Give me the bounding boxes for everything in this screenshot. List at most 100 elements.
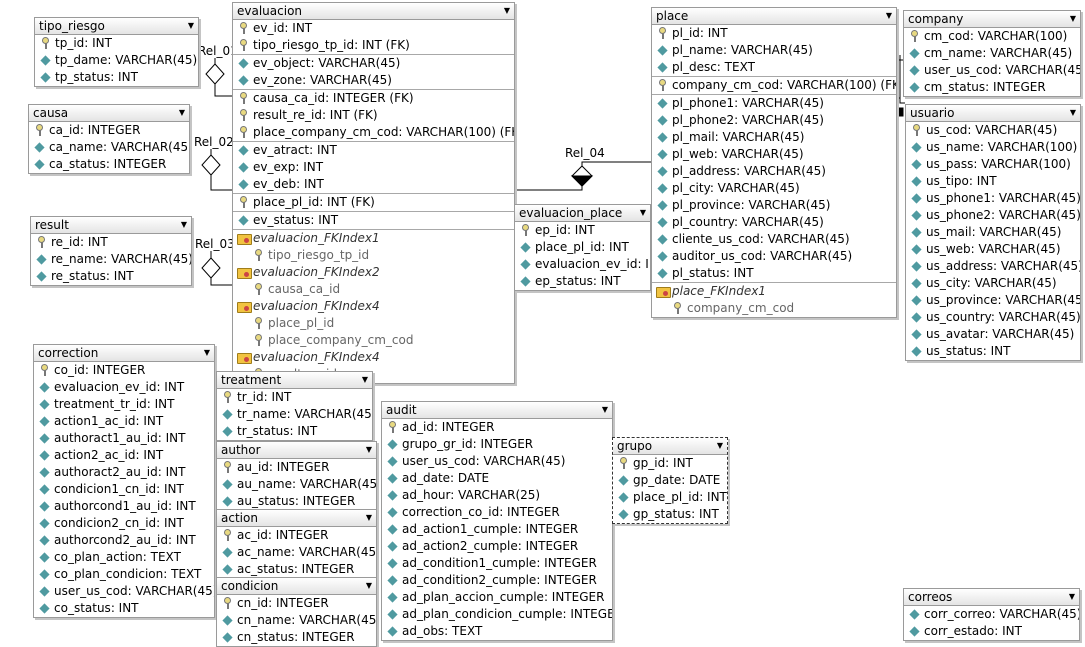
column-row[interactable]: cn_status: INTEGER	[217, 629, 376, 646]
table-grupo[interactable]: grupo ▼ gp_id: INT gp_date: DATE place_pl_id…	[612, 437, 728, 524]
column-row[interactable]: pl_phone2: VARCHAR(45)	[652, 112, 896, 129]
table-header[interactable]: audit ▼	[382, 402, 612, 419]
index-row[interactable]: evaluacion_FKIndex1	[233, 229, 514, 247]
column-row[interactable]: us_phone1: VARCHAR(45)	[906, 190, 1080, 207]
column-row[interactable]: ad_plan_accion_cumple: INTEGER	[382, 589, 612, 606]
column-row[interactable]: cm_status: INTEGER	[904, 79, 1080, 96]
column-row[interactable]: re_id: INT	[31, 234, 191, 251]
dropdown-arrow-icon[interactable]: ▼	[602, 402, 608, 418]
column-row[interactable]: pl_desc: TEXT	[652, 59, 896, 76]
column-row[interactable]: co_status: INT	[34, 600, 214, 617]
column-row[interactable]: au_status: INTEGER	[217, 493, 376, 510]
table-header[interactable]: place ▼	[652, 8, 896, 25]
index-column-row[interactable]: place_pl_id	[233, 315, 514, 332]
dropdown-arrow-icon[interactable]: ▼	[204, 345, 210, 361]
column-row[interactable]: causa_ca_id: INTEGER (FK)	[233, 89, 514, 107]
column-row[interactable]: pl_phone1: VARCHAR(45)	[652, 94, 896, 112]
column-row[interactable]: us_city: VARCHAR(45)	[906, 275, 1080, 292]
column-row[interactable]: us_country: VARCHAR(45)	[906, 309, 1080, 326]
table-result[interactable]: result ▼ re_id: INT re_name: VARCHAR(45) re_…	[30, 216, 192, 286]
column-row[interactable]: pl_city: VARCHAR(45)	[652, 180, 896, 197]
table-header[interactable]: correos ▼	[904, 589, 1079, 606]
dropdown-arrow-icon[interactable]: ▼	[717, 438, 723, 454]
index-row[interactable]: evaluacion_FKIndex4	[233, 298, 514, 315]
dropdown-arrow-icon[interactable]: ▼	[366, 510, 372, 526]
table-usuario[interactable]: usuario ▼ us_cod: VARCHAR(45) us_name: VARC…	[905, 104, 1081, 361]
column-row[interactable]: ep_status: INT	[515, 273, 650, 290]
table-header[interactable]: causa ▼	[29, 105, 189, 122]
index-column-row[interactable]: place_company_cm_cod	[233, 332, 514, 349]
column-row[interactable]: us_address: VARCHAR(45)	[906, 258, 1080, 275]
dropdown-arrow-icon[interactable]: ▼	[886, 8, 892, 24]
column-row[interactable]: treatment_tr_id: INT	[34, 396, 214, 413]
column-row[interactable]: pl_status: INT	[652, 265, 896, 282]
column-row[interactable]: ac_name: VARCHAR(45)	[217, 544, 376, 561]
column-row[interactable]: evaluacion_ev_id: INT	[515, 256, 650, 273]
column-row[interactable]: authoract2_au_id: INT	[34, 464, 214, 481]
column-row[interactable]: pl_web: VARCHAR(45)	[652, 146, 896, 163]
column-row[interactable]: grupo_gr_id: INTEGER	[382, 436, 612, 453]
column-row[interactable]: authorcond2_au_id: INT	[34, 532, 214, 549]
table-evaluacion[interactable]: evaluacion ▼ ev_id: INT tipo_riesgo_tp_id: …	[232, 2, 515, 384]
column-row[interactable]: condicion1_cn_id: INT	[34, 481, 214, 498]
column-row[interactable]: evaluacion_ev_id: INT	[34, 379, 214, 396]
table-place[interactable]: place ▼ pl_id: INT pl_name: VARCHAR(45) pl_d…	[651, 7, 897, 318]
column-row[interactable]: ad_action1_cumple: INTEGER	[382, 521, 612, 538]
column-row[interactable]: gp_id: INT	[613, 455, 727, 472]
column-row[interactable]: ad_plan_condicion_cumple: INTEGER	[382, 606, 612, 623]
column-row[interactable]: auditor_us_cod: VARCHAR(45)	[652, 248, 896, 265]
column-row[interactable]: ca_status: INTEGER	[29, 156, 189, 173]
column-row[interactable]: cliente_us_cod: VARCHAR(45)	[652, 231, 896, 248]
column-row[interactable]: ad_hour: VARCHAR(25)	[382, 487, 612, 504]
column-row[interactable]: us_status: INT	[906, 343, 1080, 360]
column-row[interactable]: ev_exp: INT	[233, 159, 514, 176]
table-action[interactable]: action ▼ ac_id: INTEGER ac_name: VARCHAR(45…	[216, 509, 377, 579]
column-row[interactable]: us_pass: VARCHAR(100)	[906, 156, 1080, 173]
column-row[interactable]: ev_object: VARCHAR(45)	[233, 54, 514, 72]
column-row[interactable]: ep_id: INT	[515, 222, 650, 239]
dropdown-arrow-icon[interactable]: ▼	[366, 578, 372, 594]
dropdown-arrow-icon[interactable]: ▼	[1070, 105, 1076, 121]
table-header[interactable]: correction ▼	[34, 345, 214, 362]
index-row[interactable]: evaluacion_FKIndex4	[233, 349, 514, 366]
column-row[interactable]: ad_condition2_cumple: INTEGER	[382, 572, 612, 589]
column-row[interactable]: tp_dame: VARCHAR(45)	[35, 52, 198, 69]
table-causa[interactable]: causa ▼ ca_id: INTEGER ca_name: VARCHAR(45)…	[28, 104, 190, 174]
column-row[interactable]: user_us_cod: VARCHAR(45)	[382, 453, 612, 470]
column-row[interactable]: user_us_cod: VARCHAR(45)	[904, 62, 1080, 79]
column-row[interactable]: corr_correo: VARCHAR(45)	[904, 606, 1079, 623]
column-row[interactable]: ad_action2_cumple: INTEGER	[382, 538, 612, 555]
table-treatment[interactable]: treatment ▼ tr_id: INT tr_name: VARCHAR(45)…	[216, 371, 373, 441]
dropdown-arrow-icon[interactable]: ▼	[1070, 11, 1076, 27]
table-header[interactable]: company ▼	[904, 11, 1080, 28]
dropdown-arrow-icon[interactable]: ▼	[179, 105, 185, 121]
table-evaluacion-place[interactable]: evaluacion_place ▼ ep_id: INT place_pl_id: …	[514, 204, 651, 291]
column-row[interactable]: re_status: INT	[31, 268, 191, 285]
table-header[interactable]: treatment ▼	[217, 372, 372, 389]
table-audit[interactable]: audit ▼ ad_id: INTEGER grupo_gr_id: INTEGER…	[381, 401, 613, 641]
column-row[interactable]: ad_condition1_cumple: INTEGER	[382, 555, 612, 572]
column-row[interactable]: corr_estado: INT	[904, 623, 1079, 640]
column-row[interactable]: us_avatar: VARCHAR(45)	[906, 326, 1080, 343]
column-row[interactable]: ad_id: INTEGER	[382, 419, 612, 436]
column-row[interactable]: gp_date: DATE	[613, 472, 727, 489]
column-row[interactable]: ev_status: INT	[233, 211, 514, 229]
column-row[interactable]: tp_id: INT	[35, 35, 198, 52]
dropdown-arrow-icon[interactable]: ▼	[366, 442, 372, 458]
column-row[interactable]: condicion2_cn_id: INT	[34, 515, 214, 532]
column-row[interactable]: place_pl_id: INT	[515, 239, 650, 256]
table-correction[interactable]: correction ▼ co_id: INTEGER evaluacion_ev_i…	[33, 344, 215, 618]
column-row[interactable]: tr_status: INT	[217, 423, 372, 440]
column-row[interactable]: user_us_cod: VARCHAR(45)	[34, 583, 214, 600]
table-header[interactable]: author ▼	[217, 442, 376, 459]
column-row[interactable]: ca_name: VARCHAR(45)	[29, 139, 189, 156]
column-row[interactable]: action2_ac_id: INT	[34, 447, 214, 464]
column-row[interactable]: authoract1_au_id: INT	[34, 430, 214, 447]
column-row[interactable]: ac_id: INTEGER	[217, 527, 376, 544]
dropdown-arrow-icon[interactable]: ▼	[504, 3, 510, 19]
column-row[interactable]: ev_zone: VARCHAR(45)	[233, 72, 514, 89]
column-row[interactable]: co_id: INTEGER	[34, 362, 214, 379]
table-company[interactable]: company ▼ cm_cod: VARCHAR(100) cm_name: VAR…	[903, 10, 1081, 97]
column-row[interactable]: ac_status: INTEGER	[217, 561, 376, 578]
column-row[interactable]: ev_deb: INT	[233, 176, 514, 193]
